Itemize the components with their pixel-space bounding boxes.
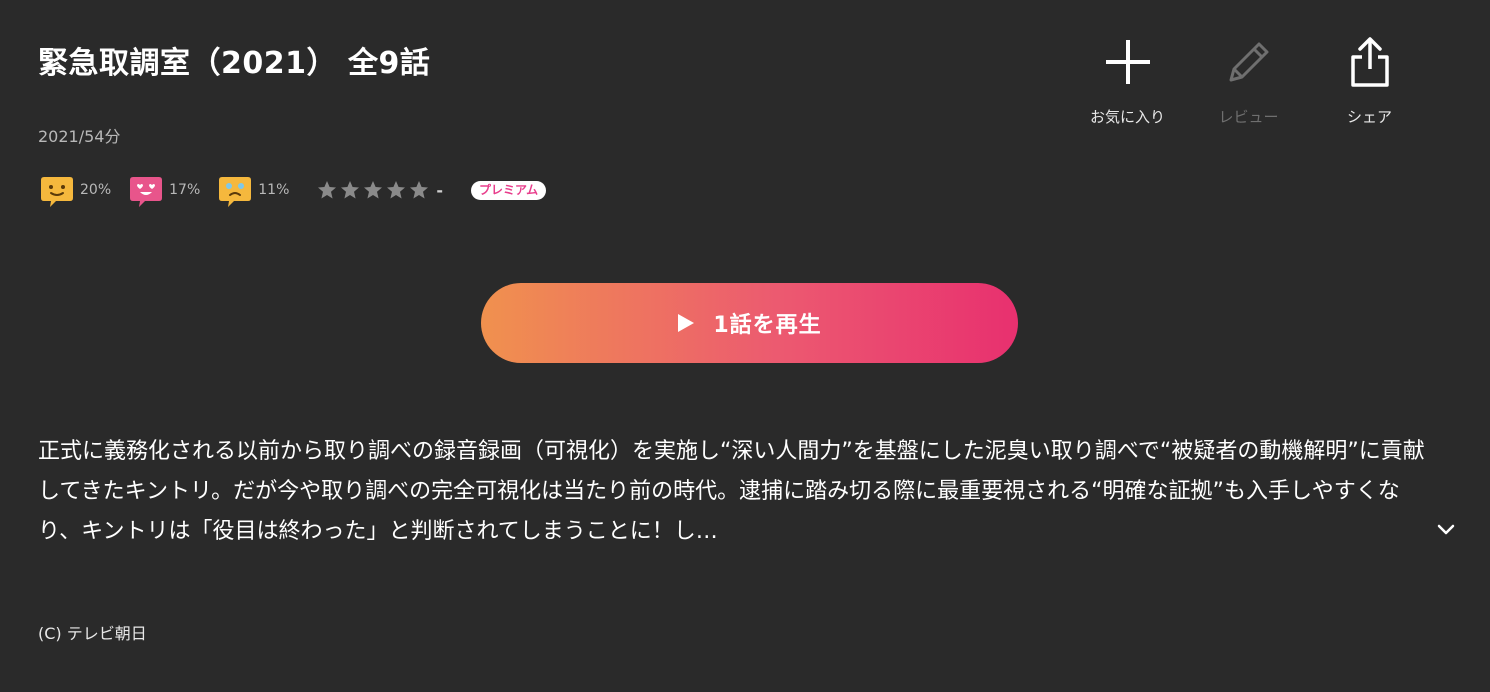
star-icon bbox=[364, 181, 383, 199]
star-icon bbox=[410, 181, 429, 199]
review-button[interactable]: レビュー bbox=[1188, 34, 1309, 127]
year-duration: 2021/54分 bbox=[38, 127, 121, 146]
crying-face-icon bbox=[219, 177, 252, 207]
title-detail-page: 緊急取調室（2021） 全9話 2021/54分 お気に入り レビュー シェア … bbox=[0, 0, 1490, 692]
rating-value: - bbox=[436, 180, 444, 200]
page-title: 緊急取調室（2021） 全9話 bbox=[38, 46, 431, 81]
reaction-summary: 20% 17% 11% - プレミアム bbox=[38, 171, 547, 209]
heart-eyes-face-icon bbox=[130, 177, 163, 207]
reaction-crying: 11% bbox=[216, 171, 289, 209]
premium-badge: プレミアム bbox=[471, 180, 547, 200]
star-icon bbox=[341, 181, 360, 199]
star-icon bbox=[318, 181, 337, 199]
star-rating: - bbox=[317, 180, 443, 200]
review-label: レビュー bbox=[1218, 108, 1279, 126]
reaction-heart-eyes: 17% bbox=[127, 171, 200, 209]
reaction-crying-percent: 11% bbox=[258, 182, 290, 198]
play-button-label: 1話を再生 bbox=[713, 313, 822, 338]
share-button[interactable]: シェア bbox=[1309, 34, 1430, 127]
play-icon bbox=[678, 314, 695, 332]
reaction-smile-percent: 20% bbox=[80, 182, 112, 198]
chevron-down-icon[interactable] bbox=[1434, 518, 1458, 542]
reaction-heart-eyes-percent: 17% bbox=[169, 182, 201, 198]
smile-face-icon bbox=[41, 177, 73, 207]
reaction-smile: 20% bbox=[38, 171, 111, 209]
action-bar: お気に入り レビュー シェア bbox=[1067, 34, 1430, 127]
favorite-label: お気に入り bbox=[1089, 108, 1165, 126]
share-label: シェア bbox=[1346, 108, 1392, 126]
play-episode-button[interactable]: 1話を再生 bbox=[481, 283, 1018, 363]
copyright-notice: (C) テレビ朝日 bbox=[38, 624, 147, 643]
favorite-button[interactable]: お気に入り bbox=[1067, 34, 1188, 127]
pencil-icon bbox=[1221, 34, 1277, 90]
share-icon bbox=[1342, 34, 1398, 90]
star-icon bbox=[387, 181, 406, 199]
plus-icon bbox=[1100, 34, 1156, 90]
synopsis-text: 正式に義務化される以前から取り調べの録音録画（可視化）を実施し“深い人間力”を基… bbox=[38, 439, 1425, 544]
